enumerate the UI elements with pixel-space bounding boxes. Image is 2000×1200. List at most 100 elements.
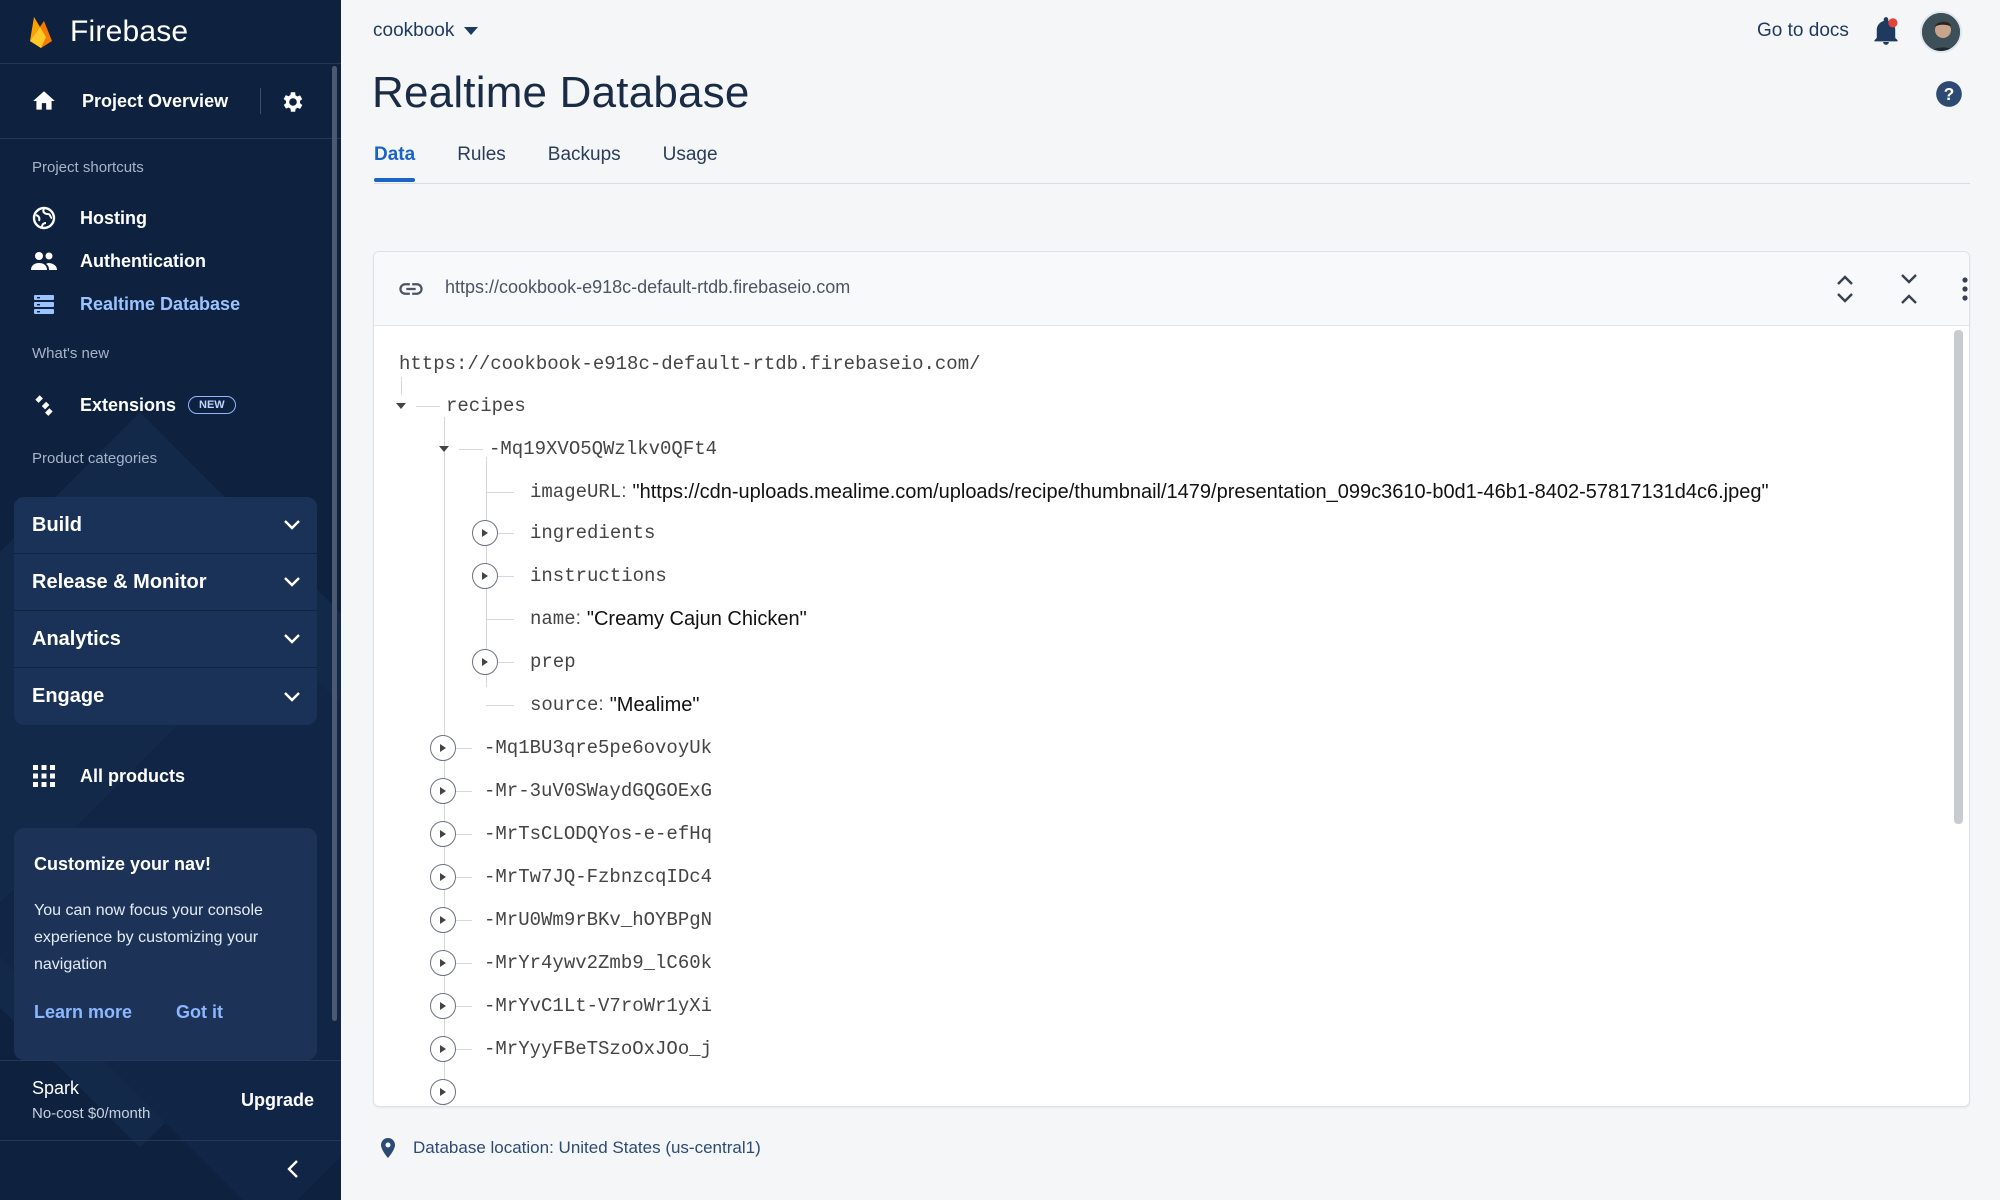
home-icon — [33, 91, 55, 110]
data-tree: https://cookbook-e918c-default-rtdb.fire… — [374, 327, 1944, 1106]
tree-field-name[interactable]: name: "Creamy Cajun Chicken" — [486, 604, 807, 634]
project-name: cookbook — [373, 20, 455, 41]
caret-right-icon — [440, 787, 446, 795]
extensions-icon — [30, 391, 58, 419]
expand-toggle[interactable] — [472, 520, 498, 546]
expand-toggle[interactable] — [430, 1079, 456, 1105]
all-products-label: All products — [80, 765, 186, 786]
database-url[interactable]: https://cookbook-e918c-default-rtdb.fire… — [445, 277, 850, 298]
tree-node-recipe[interactable]: -MrTsCLODQYos-e-efHq — [456, 819, 712, 849]
project-overview-label: Project Overview — [82, 90, 229, 111]
expand-toggle[interactable] — [430, 864, 456, 890]
tree-node-recipe[interactable]: -MrU0Wm9rBKv_hOYBPgN — [456, 905, 712, 935]
tree-scrollbar[interactable] — [1954, 330, 1963, 824]
field-key: name — [530, 608, 576, 630]
field-value[interactable]: "Mealime" — [610, 694, 700, 717]
expand-toggle[interactable] — [430, 821, 456, 847]
caret-right-icon — [440, 1088, 446, 1096]
divider — [260, 88, 261, 114]
svg-text:?: ? — [1944, 84, 1955, 104]
brand-name: Firebase — [70, 15, 189, 48]
learn-more-link[interactable]: Learn more — [34, 1002, 132, 1023]
category-label: Engage — [32, 685, 105, 707]
caret-down-icon[interactable] — [394, 401, 408, 411]
collapse-all-icon[interactable] — [1897, 272, 1921, 306]
chevron-left-icon[interactable] — [286, 1158, 300, 1180]
expand-all-icon[interactable] — [1833, 272, 1857, 306]
divider — [0, 1060, 341, 1061]
category-build[interactable]: Build — [14, 497, 317, 554]
tree-field-imageurl[interactable]: imageURL: "https://cdn-uploads.mealime.c… — [486, 477, 1769, 507]
got-it-button[interactable]: Got it — [176, 1002, 223, 1023]
tree-node-recipe[interactable]: -Mq19XVO5QWzlkv0QFt4 — [437, 434, 717, 464]
node-key: -MrU0Wm9rBKv_hOYBPgN — [484, 909, 713, 931]
tree-node-recipe[interactable]: -Mq1BU3qre5pe6ovoyUk — [456, 733, 712, 763]
expand-toggle[interactable] — [430, 950, 456, 976]
caret-right-icon — [440, 959, 446, 967]
tree-node-recipe[interactable]: -MrYr4ywv2Zmb9_lC60k — [456, 948, 712, 978]
sidebar-item-hosting[interactable]: Hosting — [30, 200, 147, 236]
tree-node-instructions[interactable]: instructions — [498, 561, 667, 591]
tab-bar: Data Rules Backups Usage — [374, 144, 760, 184]
main-content: cookbook Go to docs Realtime Database ? … — [341, 0, 2000, 1200]
caret-right-icon — [440, 916, 446, 924]
tree-node-recipe[interactable]: -Mr-3uV0SWaydGQGOExG — [456, 776, 712, 806]
category-engage[interactable]: Engage — [14, 668, 317, 725]
upgrade-button[interactable]: Upgrade — [241, 1090, 314, 1111]
plan-info: Spark No-cost $0/month — [32, 1078, 150, 1122]
tree-node-recipes[interactable]: recipes — [394, 391, 526, 421]
expand-toggle[interactable] — [430, 993, 456, 1019]
tree-node-recipe[interactable]: -MrTw7JQ-FzbnzcqIDc4 — [456, 862, 712, 892]
gear-icon[interactable] — [280, 89, 306, 115]
category-label: Build — [32, 513, 82, 536]
chevron-down-icon — [284, 577, 300, 587]
tree-field-source[interactable]: source: "Mealime" — [486, 690, 699, 720]
node-key: -MrYvC1Lt-V7roWr1yXi — [484, 995, 713, 1017]
all-products[interactable]: All products — [30, 758, 185, 794]
sidebar-item-extensions[interactable]: Extensions NEW — [30, 387, 236, 423]
sidebar-item-label: Authentication — [80, 250, 206, 271]
firebase-logo[interactable]: Firebase — [28, 12, 188, 52]
database-url-bar: https://cookbook-e918c-default-rtdb.fire… — [374, 252, 1969, 326]
category-release-monitor[interactable]: Release & Monitor — [14, 554, 317, 611]
expand-toggle[interactable] — [430, 907, 456, 933]
node-key: instructions — [530, 565, 667, 587]
tree-node-ingredients[interactable]: ingredients — [498, 518, 655, 548]
help-icon[interactable]: ? — [1935, 80, 1963, 108]
caret-down-icon — [464, 27, 479, 35]
database-icon — [30, 290, 58, 318]
product-categories: Build Release & Monitor Analytics Engage — [14, 497, 317, 725]
sidebar-item-authentication[interactable]: Authentication — [30, 243, 206, 279]
field-key: source — [530, 694, 599, 716]
category-label: Release & Monitor — [32, 570, 207, 593]
tree-root[interactable]: https://cookbook-e918c-default-rtdb.fire… — [399, 349, 981, 379]
field-value[interactable]: "https://cdn-uploads.mealime.com/uploads… — [633, 481, 1769, 504]
project-selector[interactable]: cookbook — [373, 20, 479, 42]
tab-backups[interactable]: Backups — [548, 144, 621, 184]
tab-data[interactable]: Data — [374, 144, 416, 184]
bell-icon[interactable] — [1872, 16, 1900, 46]
more-vert-icon[interactable] — [1961, 272, 1969, 306]
category-analytics[interactable]: Analytics — [14, 611, 317, 668]
tree-node-recipe[interactable]: -MrYvC1Lt-V7roWr1yXi — [456, 991, 712, 1021]
expand-toggle[interactable] — [430, 778, 456, 804]
expand-toggle[interactable] — [472, 649, 498, 675]
tree-node-prep[interactable]: prep — [498, 647, 576, 677]
sidebar-scrollbar[interactable] — [332, 66, 337, 1021]
database-location: Database location: United States (us-cen… — [381, 1138, 761, 1158]
tab-rules[interactable]: Rules — [457, 144, 506, 184]
expand-toggle[interactable] — [472, 563, 498, 589]
project-overview[interactable]: Project Overview — [30, 80, 310, 122]
avatar[interactable] — [1920, 11, 1962, 53]
link-icon — [399, 283, 423, 295]
field-value[interactable]: "Creamy Cajun Chicken" — [587, 608, 807, 631]
sidebar-item-realtime-database[interactable]: Realtime Database — [30, 286, 240, 322]
caret-right-icon — [440, 1045, 446, 1053]
apps-grid-icon — [30, 762, 58, 790]
tab-usage[interactable]: Usage — [663, 144, 718, 184]
expand-toggle[interactable] — [430, 1036, 456, 1062]
go-to-docs-link[interactable]: Go to docs — [1757, 20, 1849, 42]
expand-toggle[interactable] — [430, 735, 456, 761]
tree-node-recipe[interactable]: -MrYyyFBeTSzoOxJOo_j — [456, 1034, 712, 1064]
caret-down-icon[interactable] — [437, 444, 451, 454]
